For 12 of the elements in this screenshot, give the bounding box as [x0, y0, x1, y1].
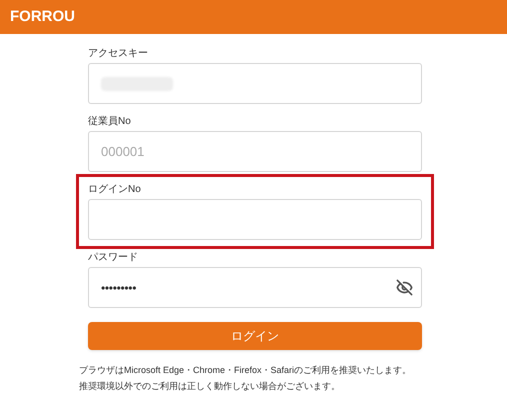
input-field[interactable]	[88, 63, 422, 104]
app-logo: FORROU	[10, 6, 75, 27]
input-field[interactable]: 000001	[88, 131, 422, 172]
field-label: パスワード	[88, 252, 139, 264]
password-field[interactable]: •••••••••	[88, 267, 422, 308]
notice-text: 推奨環境以外でのご利用は正しく動作しない場合がございます。	[79, 380, 341, 392]
field-label: 従業員No	[88, 116, 132, 128]
field-label: アクセスキー	[88, 48, 149, 60]
eye-off-icon[interactable]	[396, 279, 413, 296]
input-field[interactable]	[88, 199, 422, 240]
notice-text: ブラウザはMicrosoft Edge・Chrome・Firefox・Safariのご利用を推奨いたします。	[79, 364, 412, 376]
field-label: ログインNo	[88, 184, 142, 196]
